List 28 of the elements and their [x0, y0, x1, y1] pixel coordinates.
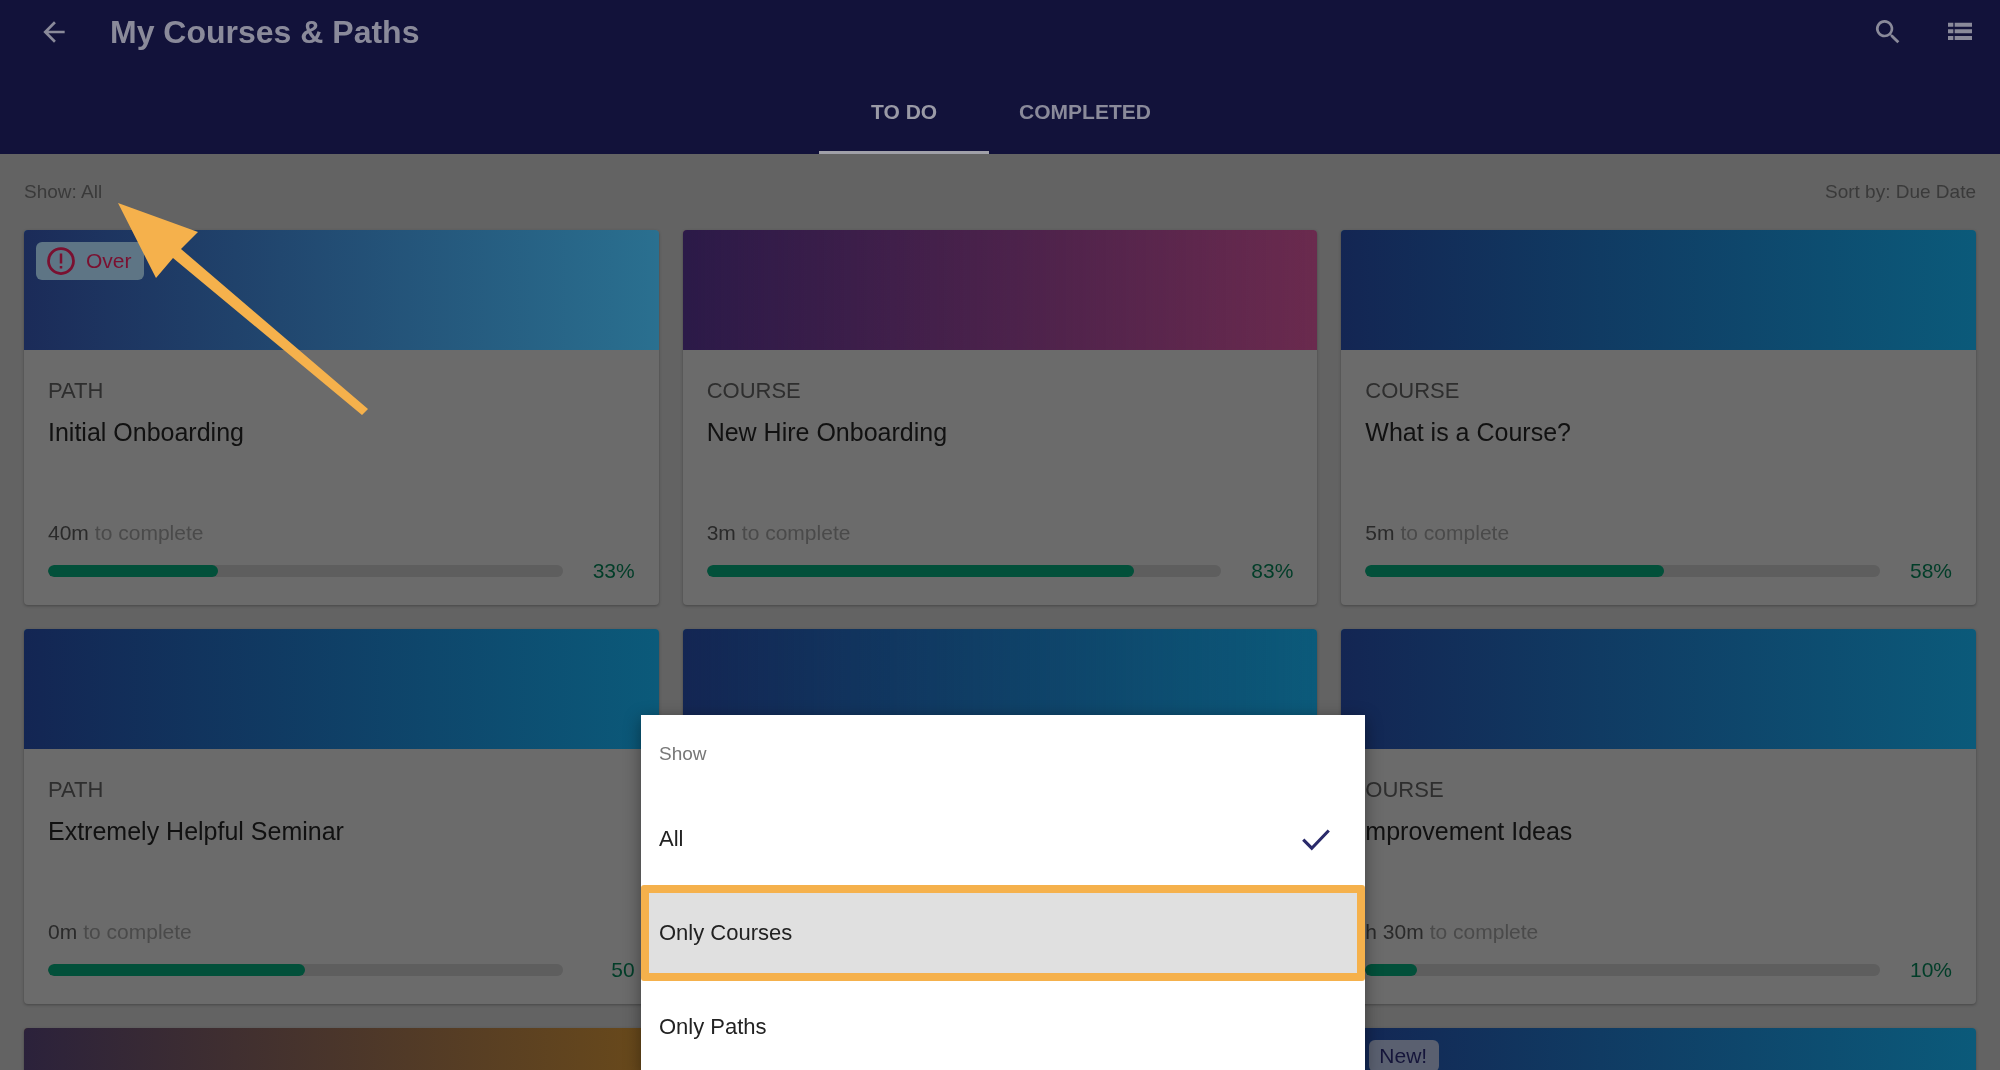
progress-percent: 33% [591, 559, 635, 583]
course-title: Extremely Helpful Seminar [48, 817, 345, 846]
item-type: COURSE [1365, 378, 1461, 404]
progress-percent: 50 [610, 958, 635, 982]
course-title: New Hire Onboarding [706, 418, 949, 447]
course-title: What is a Course? [1365, 418, 1572, 447]
tab[interactable]: COMPLETED [989, 64, 1181, 154]
course-title: Initial Onboarding [48, 418, 245, 447]
menu-option[interactable]: Only Courses [641, 885, 1365, 981]
progress-percent: 58% [1908, 559, 1952, 583]
duration: 5m [1365, 521, 1395, 545]
menu-title: Show [659, 743, 707, 765]
page-title: My Courses & Paths [110, 13, 420, 51]
progress-percent: 10% [1908, 958, 1952, 982]
duration: 0m [48, 920, 78, 944]
course-title: mprovement Ideas [1365, 817, 1574, 846]
item-type: COURSE [706, 378, 802, 404]
item-type: OURSE [1365, 777, 1445, 803]
badge-label: Over [86, 249, 132, 273]
duration: h 30m [1365, 920, 1424, 944]
alert-icon [46, 246, 76, 276]
duration: 40m [48, 521, 89, 545]
item-type: PATH [48, 378, 105, 404]
tab[interactable]: TO DO [819, 64, 990, 154]
progress-percent: 83% [1250, 559, 1294, 583]
duration: 3m [706, 521, 736, 545]
badge-label: New! [1379, 1044, 1428, 1068]
item-type: PATH [48, 777, 105, 803]
